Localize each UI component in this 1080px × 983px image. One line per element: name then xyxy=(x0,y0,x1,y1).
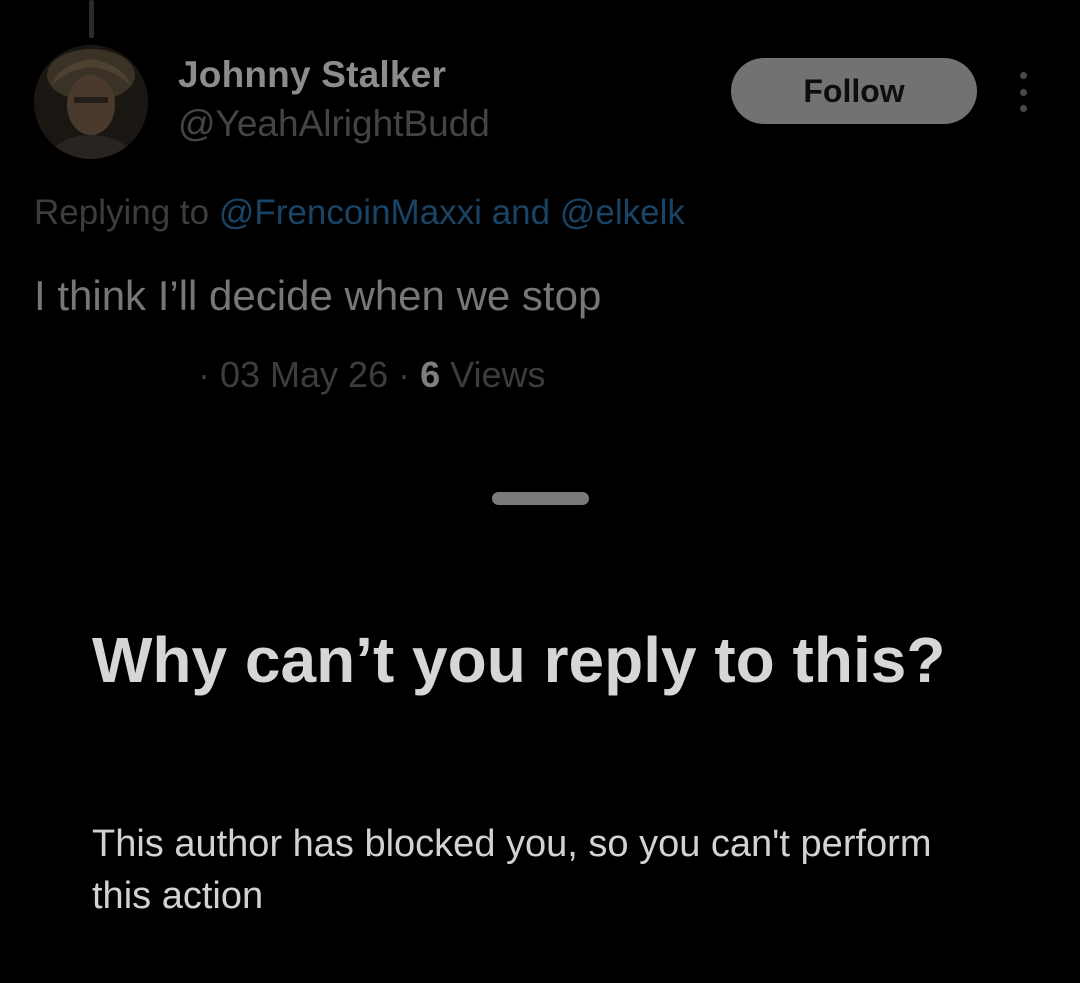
replying-user-link-1[interactable]: @FrencoinMaxxi xyxy=(219,193,482,232)
follow-button[interactable]: Follow xyxy=(731,58,977,124)
sheet-drag-handle[interactable] xyxy=(492,492,589,505)
replying-user-link-2[interactable]: @elkelk xyxy=(560,193,685,232)
more-options-icon[interactable] xyxy=(1006,72,1040,112)
avatar-photo-icon xyxy=(34,45,148,159)
sheet-title: Why can’t you reply to this? xyxy=(92,624,946,696)
tweet-date: · 03 May 26 · xyxy=(198,354,411,395)
sheet-body-text: This author has blocked you, so you can'… xyxy=(92,823,932,917)
views-count[interactable]: 6 xyxy=(420,354,440,395)
views-label[interactable]: Views xyxy=(450,354,545,395)
replying-and: and xyxy=(491,193,551,232)
replying-to-line: Replying to @FrencoinMaxxi and @elkelk xyxy=(34,193,685,233)
author-display-name[interactable]: Johnny Stalker xyxy=(178,54,446,96)
author-handle[interactable]: @YeahAlrightBudd xyxy=(178,103,490,145)
tweet: Johnny Stalker @YeahAlrightBudd Follow R… xyxy=(0,0,1080,470)
author-avatar[interactable] xyxy=(34,45,148,159)
tweet-text: I think I’ll decide when we stop xyxy=(34,272,602,319)
replying-prefix: Replying to xyxy=(34,193,210,232)
tweet-meta: · 03 May 26 · 6 Views xyxy=(198,354,546,396)
